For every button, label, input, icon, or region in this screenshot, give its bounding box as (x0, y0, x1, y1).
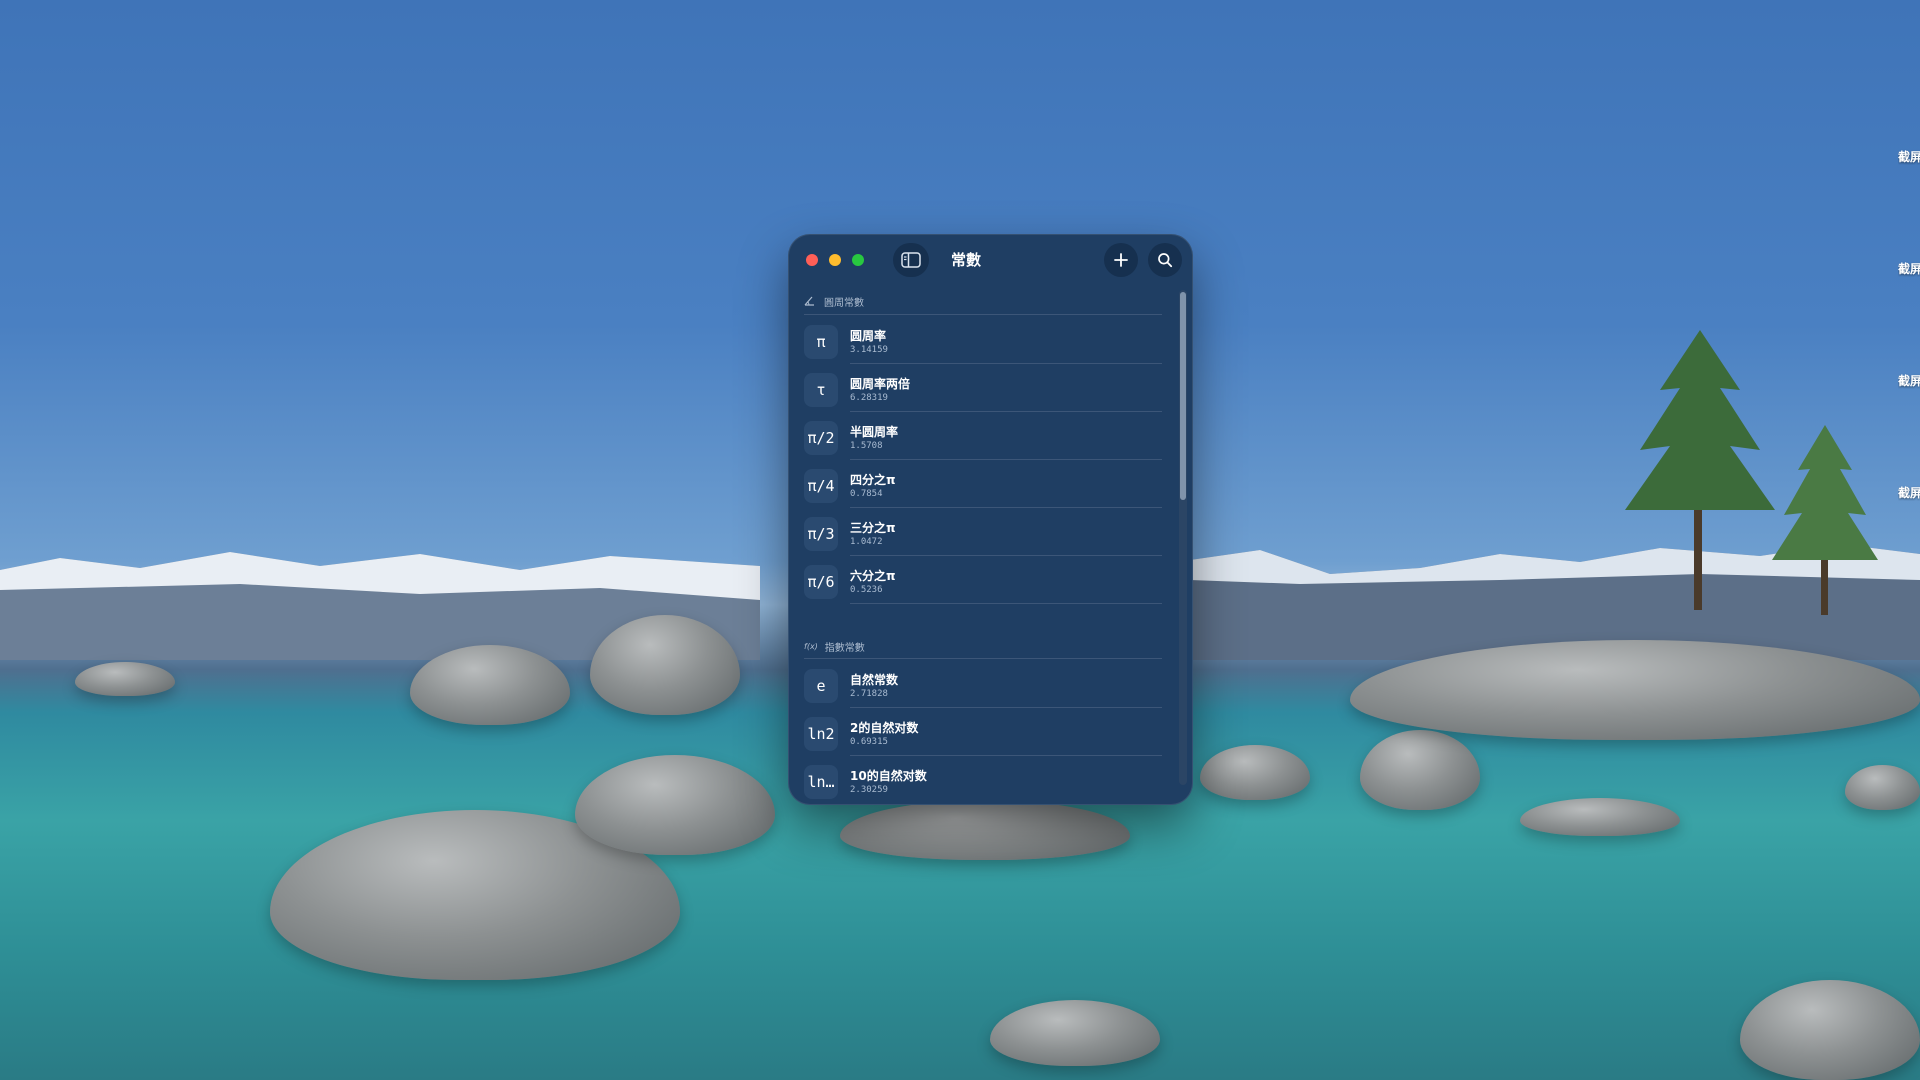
list-item[interactable]: τ 圆周率两倍 6.28319 (804, 365, 1162, 412)
constant-value: 0.7854 (850, 489, 883, 499)
constants-window: 常數 圓周常數 π 圆周率 3.14159 τ 圆周率两倍 6.28319 π/… (788, 234, 1193, 805)
list-item[interactable]: ln2 2的自然对数 0.69315 (804, 709, 1162, 756)
boulder (840, 800, 1130, 860)
plus-icon (1114, 253, 1128, 267)
constant-name: 2的自然对数 (850, 721, 919, 735)
constant-value: 2.71828 (850, 689, 888, 699)
row-divider (850, 555, 1162, 556)
boulder (1845, 765, 1920, 810)
constant-name: 四分之π (850, 473, 896, 487)
constant-name: 自然常数 (850, 673, 899, 687)
constant-name: 半圆周率 (850, 425, 899, 439)
close-button[interactable] (806, 254, 818, 266)
row-divider (850, 707, 1162, 708)
desktop: 截屏 截屏 截屏 截屏 常數 圓周常數 π 圆周率 3.14159 τ 圆周率两… (0, 0, 1920, 1080)
title-bar[interactable]: 常數 (788, 234, 1193, 286)
row-divider (850, 411, 1162, 412)
section-header-exponential: f(x) 指數常數 (804, 637, 865, 655)
list-item[interactable]: π/4 四分之π 0.7854 (804, 461, 1162, 508)
constant-value: 6.28319 (850, 393, 888, 403)
constant-symbol: e (804, 669, 838, 703)
constant-symbol: π/2 (804, 421, 838, 455)
desktop-file-label[interactable]: 截屏 (1898, 148, 1920, 165)
desktop-file-label[interactable]: 截屏 (1898, 372, 1920, 389)
constant-symbol: τ (804, 373, 838, 407)
constants-list[interactable]: 圓周常數 π 圆周率 3.14159 τ 圆周率两倍 6.28319 π/2 半… (788, 286, 1193, 805)
section-divider (804, 314, 1162, 315)
function-icon: f(x) (804, 641, 818, 651)
zoom-button[interactable] (852, 254, 864, 266)
constant-symbol: π/3 (804, 517, 838, 551)
list-item[interactable]: π/6 六分之π 0.5236 (804, 557, 1162, 604)
constant-value: 1.0472 (850, 537, 883, 547)
boulder (75, 662, 175, 696)
constant-name: 圆周率两倍 (850, 377, 911, 391)
row-divider (850, 755, 1162, 756)
constant-value: 2.30259 (850, 785, 888, 795)
boulder (1520, 798, 1680, 836)
desktop-file-label[interactable]: 截屏 (1898, 484, 1920, 501)
row-divider (850, 459, 1162, 460)
constant-symbol: ln2 (804, 717, 838, 751)
constant-name: 圆周率 (850, 329, 887, 343)
constant-symbol: π/6 (804, 565, 838, 599)
constant-name: 10的自然对数 (850, 769, 927, 783)
constant-symbol: ln… (804, 765, 838, 799)
row-divider (850, 507, 1162, 508)
section-header-circle: 圓周常數 (804, 292, 864, 310)
boulder (990, 1000, 1160, 1066)
scrollbar-thumb[interactable] (1180, 292, 1186, 500)
constant-value: 3.14159 (850, 345, 888, 355)
constant-value: 0.5236 (850, 585, 883, 595)
angle-icon (804, 296, 814, 306)
row-divider (850, 603, 1162, 604)
add-button[interactable] (1104, 243, 1138, 277)
pine-tree (1772, 425, 1878, 615)
constant-name: 六分之π (850, 569, 896, 583)
boulder (1360, 730, 1480, 810)
list-item[interactable]: π/2 半圆周率 1.5708 (804, 413, 1162, 460)
boulder (575, 755, 775, 855)
boulder (1740, 980, 1920, 1080)
constant-value: 0.69315 (850, 737, 888, 747)
list-item[interactable]: e 自然常数 2.71828 (804, 661, 1162, 708)
list-item[interactable]: π/3 三分之π 1.0472 (804, 509, 1162, 556)
constant-symbol: π/4 (804, 469, 838, 503)
pine-tree (1625, 330, 1775, 610)
section-title: 圓周常數 (824, 297, 864, 309)
window-title: 常數 (951, 251, 982, 269)
boulder (1200, 745, 1310, 800)
section-title: 指數常數 (824, 642, 865, 654)
constant-name: 三分之π (850, 521, 896, 535)
search-icon (1158, 253, 1173, 268)
list-item[interactable]: π 圆周率 3.14159 (804, 317, 1162, 364)
section-divider (804, 658, 1162, 659)
sidebar-toggle-button[interactable] (893, 243, 929, 277)
row-divider (850, 363, 1162, 364)
constant-value: 1.5708 (850, 441, 883, 451)
constant-symbol: π (804, 325, 838, 359)
desktop-file-label[interactable]: 截屏 (1898, 260, 1920, 277)
sidebar-icon (901, 252, 921, 268)
list-item[interactable]: ln… 10的自然对数 2.30259 (804, 757, 1162, 804)
search-button[interactable] (1148, 243, 1182, 277)
minimize-button[interactable] (829, 254, 841, 266)
